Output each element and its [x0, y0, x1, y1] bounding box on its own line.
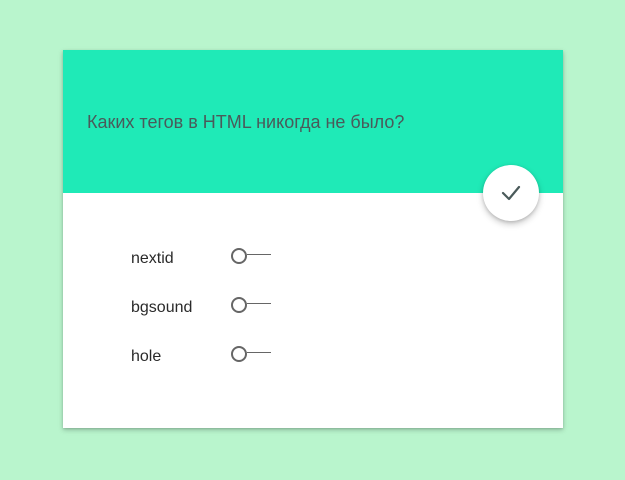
card-header: Каких тегов в HTML никогда не было?: [63, 50, 563, 193]
option-label: nextid: [131, 250, 174, 267]
radio-button[interactable]: [231, 248, 247, 264]
check-icon: [501, 185, 521, 201]
submit-button[interactable]: [483, 165, 539, 221]
option-label: bgsound: [131, 299, 193, 316]
radio-connector-line: [247, 352, 271, 353]
option-hole[interactable]: hole: [63, 342, 563, 372]
quiz-card: Каких тегов в HTML никогда не было? next…: [63, 50, 563, 428]
radio-button[interactable]: [231, 346, 247, 362]
option-nextid[interactable]: nextid: [63, 244, 563, 274]
option-bgsound[interactable]: bgsound: [63, 293, 563, 323]
option-label: hole: [131, 348, 162, 365]
radio-connector-line: [247, 254, 271, 255]
radio-button[interactable]: [231, 297, 247, 313]
question-text: Каких тегов в HTML никогда не было?: [87, 112, 405, 132]
radio-connector-line: [247, 303, 271, 304]
